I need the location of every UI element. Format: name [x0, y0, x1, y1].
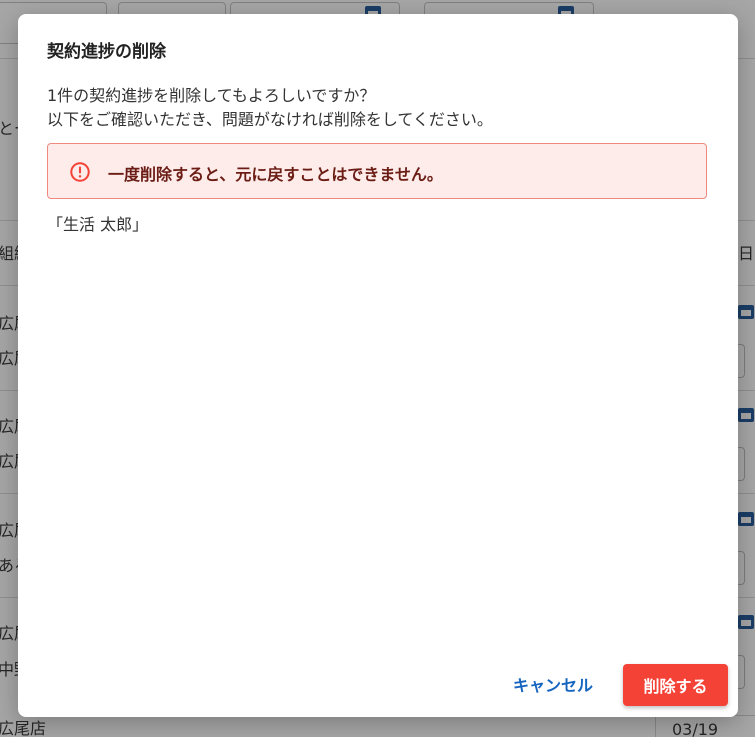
warning-alert: 一度削除すると、元に戻すことはできません。	[47, 143, 707, 199]
bg-date-value: 03/19	[672, 720, 719, 737]
bg-column-header: 日	[738, 244, 755, 263]
calendar-icon	[738, 305, 754, 319]
calendar-icon	[738, 615, 754, 629]
calendar-icon	[738, 408, 754, 422]
dialog-message: 1件の契約進捗を削除してもよろしいですか？ 以下をご確認いただき、問題がなければ…	[47, 84, 493, 132]
dialog-title: 契約進捗の削除	[47, 42, 166, 62]
delete-confirm-dialog: 契約進捗の削除 1件の契約進捗を削除してもよろしいですか？ 以下をご確認いただき…	[18, 14, 738, 717]
dialog-message-line: 1件の契約進捗を削除してもよろしいですか？	[47, 86, 376, 105]
warning-text: 一度削除すると、元に戻すことはできません。	[108, 165, 443, 184]
calendar-icon	[738, 512, 754, 526]
delete-target-name: 「生活 太郎」	[47, 215, 149, 234]
error-outline-icon	[70, 162, 90, 182]
cancel-button[interactable]: キャンセル	[498, 666, 608, 702]
delete-button[interactable]: 削除する	[623, 664, 728, 706]
bg-cell: 広尾店	[0, 719, 47, 737]
dialog-message-line: 以下をご確認いただき、問題がなければ削除をしてください。	[47, 110, 493, 129]
